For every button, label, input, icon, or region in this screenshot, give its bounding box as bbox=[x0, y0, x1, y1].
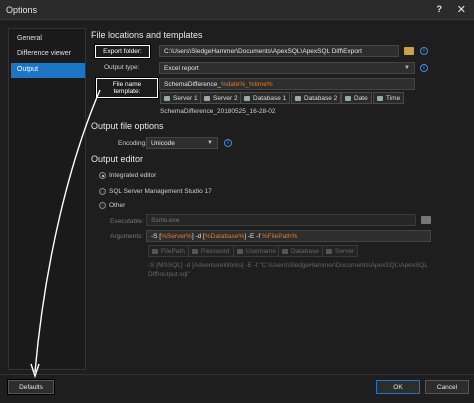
argument-token: %Server% bbox=[161, 233, 192, 240]
template-tokens: %date%_%time% bbox=[220, 81, 273, 88]
argument-token: %FilePath% bbox=[261, 233, 298, 240]
chevron-down-icon: ▼ bbox=[207, 140, 213, 146]
encoding-select[interactable]: Unicode ▼ bbox=[146, 137, 218, 149]
token-password-button[interactable]: Password bbox=[188, 245, 234, 257]
sidebar-item-general[interactable]: General bbox=[11, 32, 85, 47]
database-icon bbox=[244, 96, 250, 101]
server-icon bbox=[326, 249, 332, 254]
key-icon bbox=[192, 249, 198, 254]
database-icon bbox=[295, 96, 301, 101]
arguments-preview-line-1: -S [MSSQL] -d [AdventureWorks] -E -f "C:… bbox=[148, 262, 428, 269]
other-editor-radio[interactable] bbox=[99, 202, 106, 209]
token-label: Username bbox=[246, 248, 276, 255]
chevron-down-icon: ▼ bbox=[404, 65, 410, 71]
export-folder-input[interactable]: C:\Users\SledgeHammer\Documents\ApexSQL\… bbox=[159, 45, 399, 57]
token-database-1-button[interactable]: Database 1 bbox=[240, 92, 291, 104]
arguments-input[interactable]: -S [%Server%] -d [%Database%] -E -f %Fil… bbox=[146, 230, 431, 242]
token-date-button[interactable]: Date bbox=[341, 92, 372, 104]
footer-divider bbox=[0, 374, 474, 375]
template-prefix: SchemaDifference_ bbox=[164, 81, 221, 88]
token-database-button[interactable]: Database bbox=[278, 245, 323, 257]
server-icon bbox=[204, 96, 210, 101]
output-file-options-heading: Output file options bbox=[91, 121, 164, 131]
output-editor-heading: Output editor bbox=[91, 154, 144, 164]
output-type-select[interactable]: Excel report ▼ bbox=[159, 62, 415, 74]
user-icon bbox=[237, 249, 243, 254]
token-server-1-button[interactable]: Server 1 bbox=[160, 92, 202, 104]
ssms-radio[interactable] bbox=[99, 188, 106, 195]
folder-icon-shape bbox=[404, 47, 414, 55]
info-icon-glyph: i bbox=[224, 139, 232, 147]
defaults-button[interactable]: Defaults bbox=[7, 379, 55, 395]
clock-icon bbox=[377, 96, 383, 101]
executable-value: Ssms.exe bbox=[151, 217, 180, 224]
arguments-label: Arguments: bbox=[110, 233, 144, 240]
token-server-2-button[interactable]: Server 2 bbox=[200, 92, 242, 104]
folder-icon-shape bbox=[421, 216, 431, 224]
database-icon bbox=[282, 249, 288, 254]
other-editor-label: Other bbox=[109, 202, 126, 209]
token-label: FilePath bbox=[161, 248, 185, 255]
encoding-label: Encoding: bbox=[118, 140, 147, 147]
file-name-template-input[interactable]: SchemaDifference_%date%_%time% bbox=[159, 78, 415, 90]
token-label: Database bbox=[291, 248, 319, 255]
output-type-value: Excel report bbox=[164, 65, 199, 72]
argument-token: %Database% bbox=[204, 233, 245, 240]
options-sidebar: General Difference viewer Output bbox=[8, 28, 86, 370]
arguments-preview-line-2: Diff\output.sql" bbox=[148, 271, 190, 278]
calendar-icon bbox=[345, 96, 351, 101]
integrated-editor-label: Integrated editor bbox=[109, 172, 157, 179]
info-icon[interactable]: i bbox=[420, 47, 428, 55]
file-icon bbox=[152, 249, 158, 254]
help-button[interactable]: ? bbox=[437, 4, 443, 14]
server-icon bbox=[164, 96, 170, 101]
ssms-label: SQL Server Management Studio 17 bbox=[109, 188, 212, 195]
token-server-button[interactable]: Server bbox=[322, 245, 359, 257]
argument-part: -S [ bbox=[151, 233, 162, 240]
ok-button[interactable]: OK bbox=[376, 380, 420, 394]
token-label: Database 2 bbox=[304, 95, 338, 102]
token-label: Password bbox=[201, 248, 230, 255]
integrated-editor-radio[interactable] bbox=[99, 172, 106, 179]
token-filepath-button[interactable]: FilePath bbox=[148, 245, 189, 257]
argument-part: ] -d [ bbox=[191, 233, 205, 240]
token-label: Time bbox=[386, 95, 401, 102]
cancel-button[interactable]: Cancel bbox=[425, 380, 469, 394]
folder-icon[interactable] bbox=[421, 216, 431, 224]
token-label: Server 2 bbox=[213, 95, 238, 102]
token-label: Server 1 bbox=[173, 95, 198, 102]
token-label: Server bbox=[335, 248, 355, 255]
info-icon[interactable]: i bbox=[224, 139, 232, 147]
token-label: Date bbox=[354, 95, 368, 102]
sidebar-item-difference-viewer[interactable]: Difference viewer bbox=[11, 47, 85, 62]
token-time-button[interactable]: Time bbox=[373, 92, 405, 104]
argument-part: ] -E -f bbox=[244, 233, 262, 240]
close-button[interactable]: ✕ bbox=[457, 3, 466, 16]
folder-icon[interactable] bbox=[404, 47, 414, 55]
info-icon-glyph: i bbox=[420, 64, 428, 72]
token-username-button[interactable]: Username bbox=[233, 245, 280, 257]
executable-input[interactable]: Ssms.exe bbox=[146, 214, 416, 226]
sidebar-item-output[interactable]: Output bbox=[11, 63, 85, 78]
title-bar: Options ? ✕ bbox=[0, 0, 474, 20]
window-title: Options bbox=[6, 5, 38, 15]
executable-label: Executable: bbox=[110, 218, 144, 225]
export-folder-label: Export folder: bbox=[94, 44, 151, 59]
export-folder-value: C:\Users\SledgeHammer\Documents\ApexSQL\… bbox=[164, 48, 362, 55]
info-icon[interactable]: i bbox=[420, 64, 428, 72]
encoding-value: Unicode bbox=[151, 140, 175, 147]
info-icon-glyph: i bbox=[420, 47, 428, 55]
token-label: Database 1 bbox=[253, 95, 287, 102]
token-database-2-button[interactable]: Database 2 bbox=[291, 92, 342, 104]
file-name-template-label: File name template: bbox=[95, 77, 159, 99]
file-locations-heading: File locations and templates bbox=[91, 30, 203, 40]
output-type-label: Output type: bbox=[104, 64, 140, 71]
file-name-preview: SchemaDifference_20180525_16-28-02 bbox=[160, 108, 276, 115]
